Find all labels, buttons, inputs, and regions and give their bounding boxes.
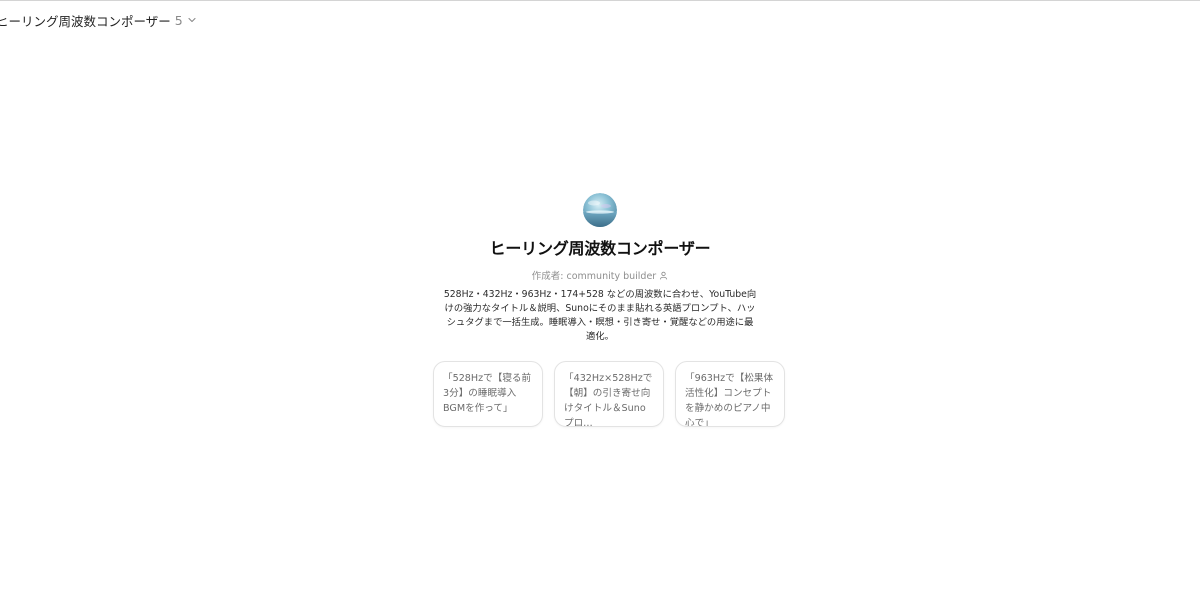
model-version: 5 <box>174 12 183 28</box>
starter-card[interactable]: 「432Hz×528Hzで【朝】の引き寄せ向けタイトル＆Sunoプロ… <box>554 361 664 427</box>
person-icon <box>660 271 668 280</box>
starter-card[interactable]: 「528Hzで【寝る前3分】の睡眠導入BGMを作って」 <box>433 361 543 427</box>
model-selector[interactable]: ヒーリング周波数コンポーザー 5 <box>0 10 197 30</box>
chevron-down-icon <box>188 17 196 23</box>
gpt-title: ヒーリング周波数コンポーザー <box>489 239 711 258</box>
gpt-avatar <box>583 193 617 227</box>
gpt-description: 528Hz・432Hz・963Hz・174+528 などの周波数に合わせ、You… <box>443 289 757 342</box>
model-name: ヒーリング周波数コンポーザー <box>0 13 171 29</box>
conversation-starters: 「528Hzで【寝る前3分】の睡眠導入BGMを作って」 「432Hz×528Hz… <box>433 361 785 427</box>
starter-card[interactable]: 「963Hzで【松果体活性化】コンセプトを静かめのピアノ中心で」 <box>675 361 785 427</box>
author-line: 作成者: community builder <box>532 268 668 282</box>
top-border <box>0 0 1200 1</box>
author-text: 作成者: community builder <box>531 271 657 282</box>
gpt-intro: ヒーリング周波数コンポーザー 作成者: community builder 52… <box>0 193 1200 344</box>
